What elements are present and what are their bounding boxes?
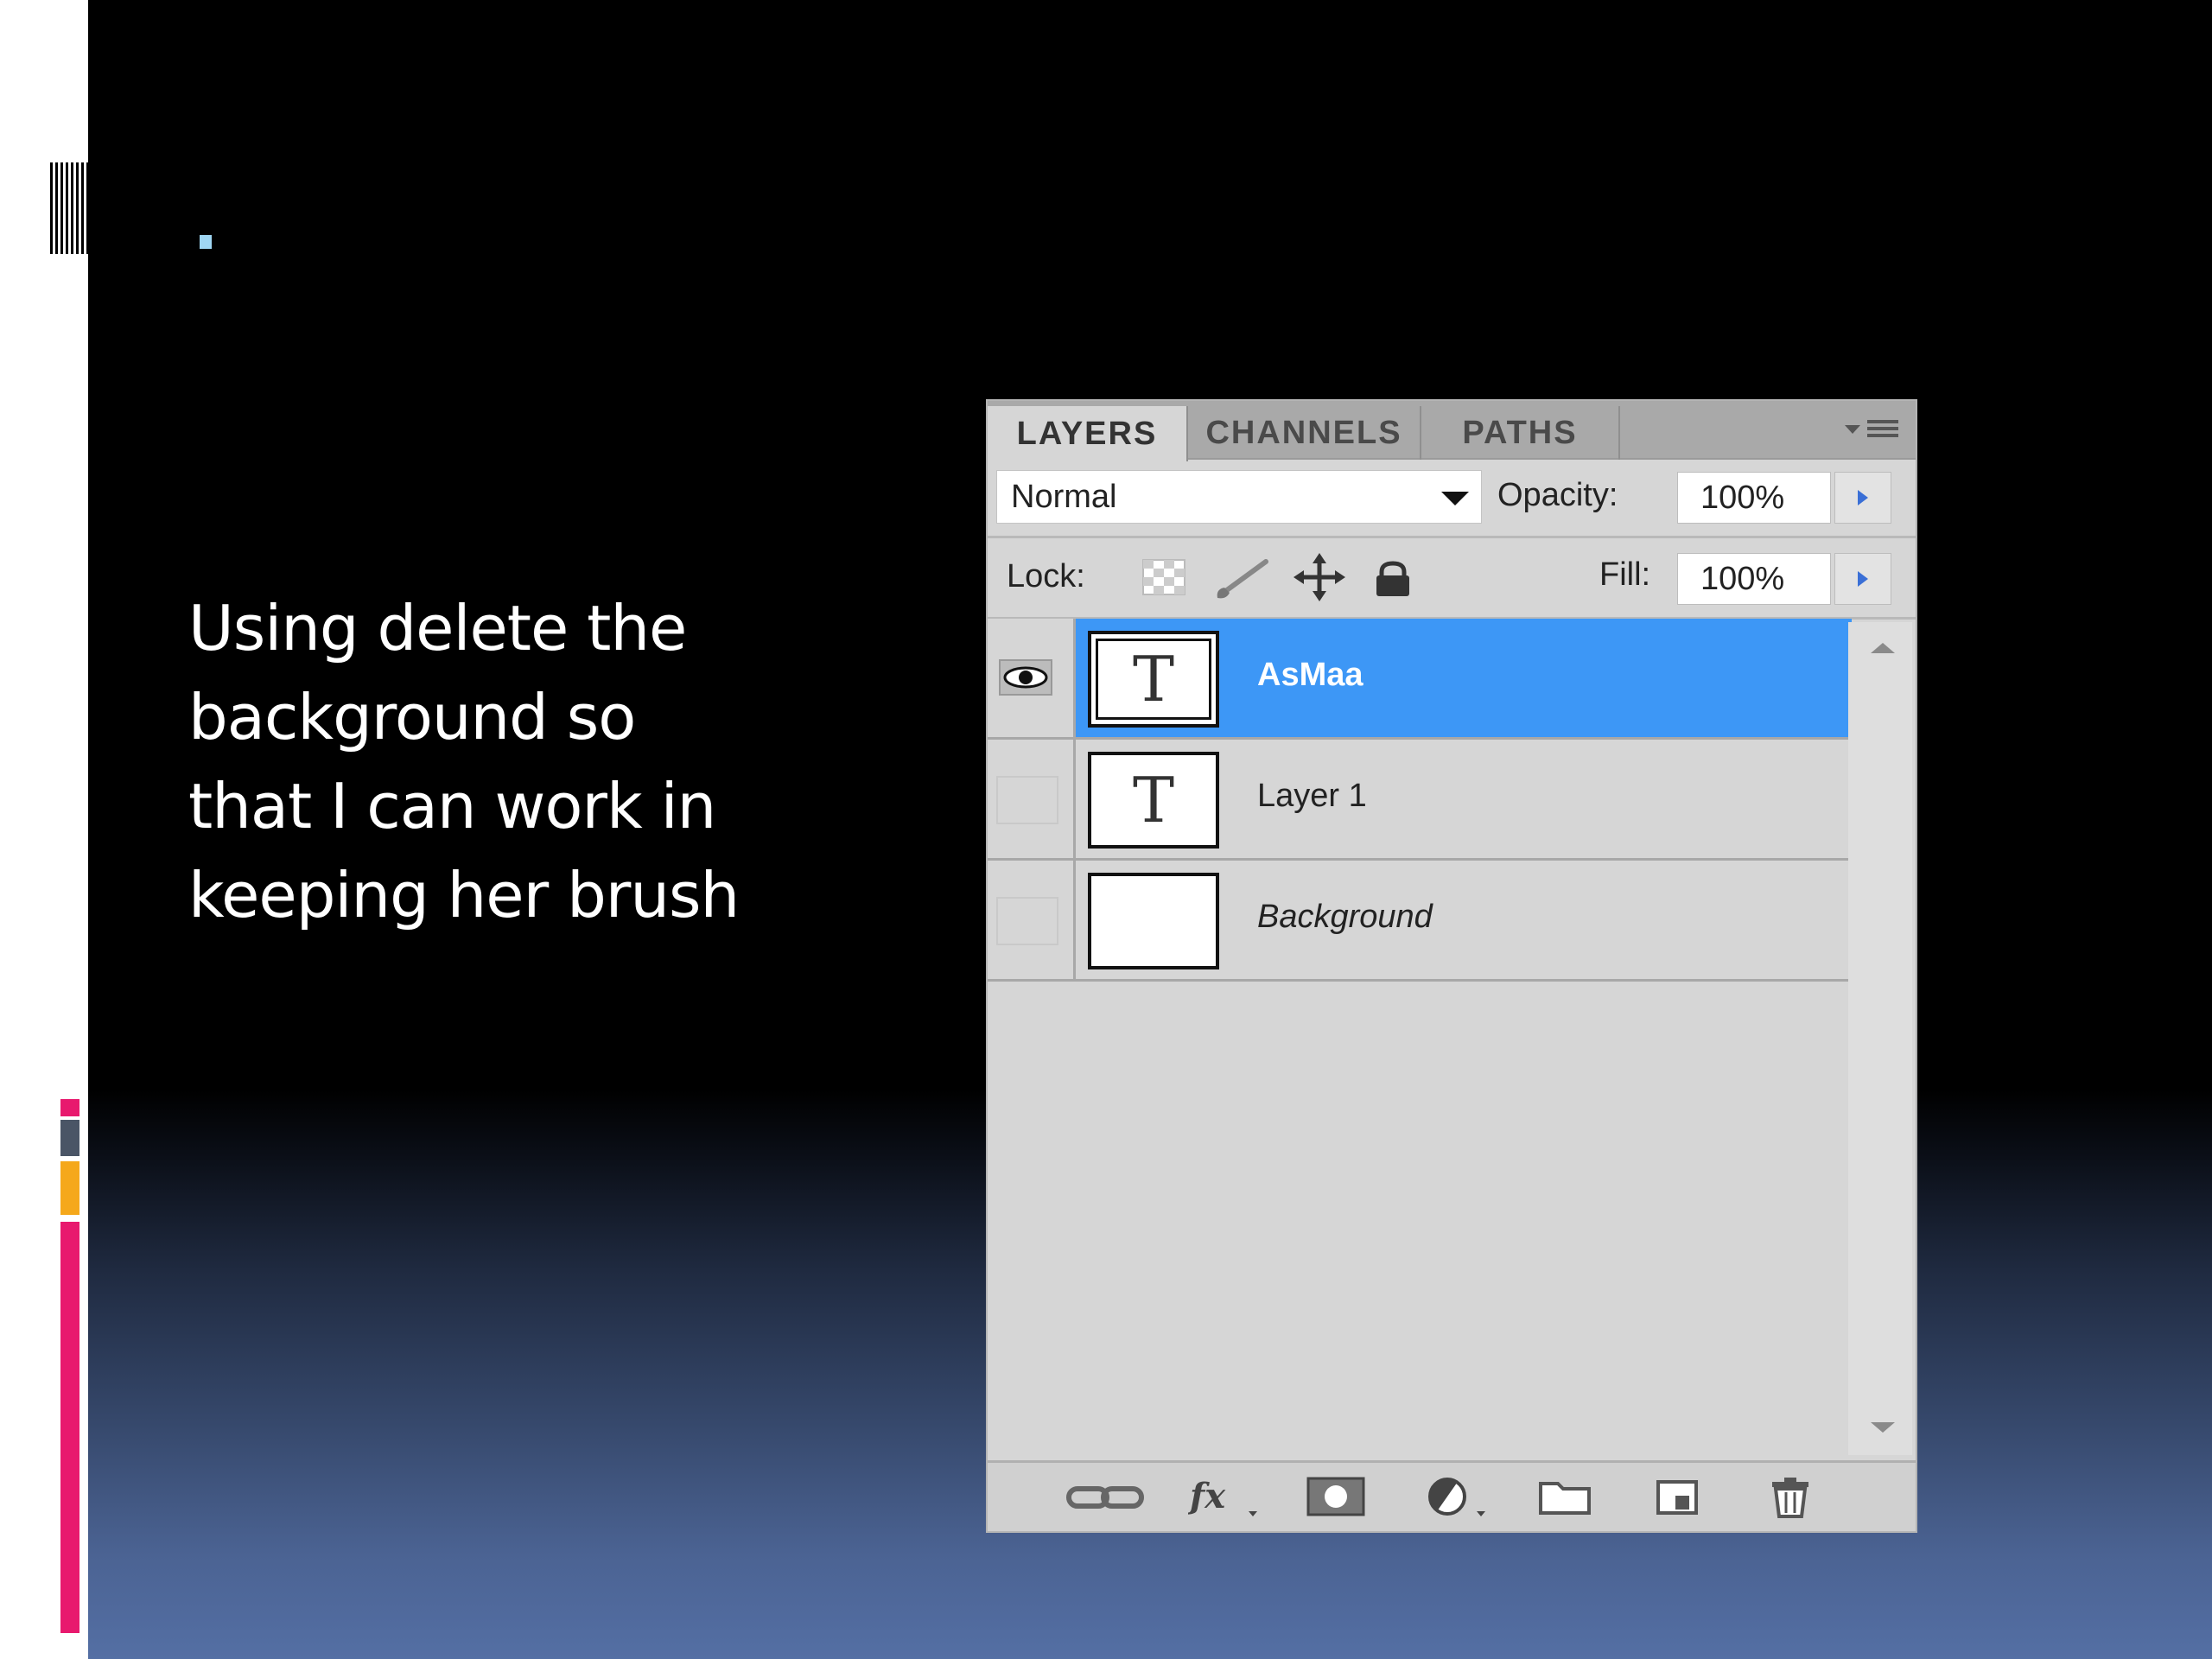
chevron-down-icon xyxy=(1441,492,1469,505)
fill-slider-button[interactable] xyxy=(1834,553,1891,605)
new-layer-icon[interactable] xyxy=(1653,1475,1703,1518)
opacity-slider-button[interactable] xyxy=(1834,472,1891,524)
bullet-dot xyxy=(200,235,212,249)
lock-transparent-pixels-icon[interactable] xyxy=(1141,558,1186,596)
layer-body[interactable]: T AsMaa xyxy=(1076,619,1852,737)
visibility-toggle[interactable] xyxy=(988,861,1076,979)
layer-row[interactable]: T Layer 1 xyxy=(988,740,1852,861)
fill-input[interactable]: 100% xyxy=(1677,553,1831,605)
lock-position-icon[interactable] xyxy=(1294,553,1345,601)
layer-body[interactable]: T Layer 1 xyxy=(1076,740,1852,858)
scroll-down-icon[interactable] xyxy=(1871,1422,1895,1433)
scroll-up-icon[interactable] xyxy=(1871,643,1895,653)
tab-layers[interactable]: LAYERS xyxy=(988,406,1188,461)
opacity-input[interactable]: 100% xyxy=(1677,472,1831,524)
lock-label: Lock: xyxy=(1007,558,1085,594)
accent-bar-gray xyxy=(60,1120,79,1156)
layer-thumbnail: T xyxy=(1088,752,1219,849)
blend-mode-value: Normal xyxy=(1011,479,1117,515)
layers-list: T AsMaa T Layer 1 Background xyxy=(988,619,1896,1388)
visibility-toggle[interactable] xyxy=(988,619,1076,737)
slide-body-text: Using delete the background so that I ca… xyxy=(188,592,740,931)
layer-name: Layer 1 xyxy=(1257,778,1367,814)
lock-image-pixels-icon[interactable] xyxy=(1214,556,1273,600)
eye-icon xyxy=(999,659,1052,696)
folder-icon[interactable] xyxy=(1537,1475,1592,1518)
tab-paths[interactable]: PATHS xyxy=(1421,406,1620,460)
visibility-empty-box xyxy=(996,776,1058,824)
mask-icon[interactable] xyxy=(1306,1475,1366,1518)
layer-thumbnail xyxy=(1088,873,1219,969)
layer-name: Background xyxy=(1257,899,1433,935)
adjustment-layer-icon[interactable] xyxy=(1420,1475,1491,1518)
decorative-stripes xyxy=(50,162,88,254)
svg-text:fx: fx xyxy=(1188,1476,1226,1516)
tab-channels[interactable]: CHANNELS xyxy=(1188,406,1421,460)
visibility-empty-box xyxy=(996,897,1058,945)
layer-name: AsMaa xyxy=(1257,657,1363,693)
panel-menu-icon[interactable] xyxy=(1843,416,1900,442)
fill-label: Fill: xyxy=(1599,556,1651,593)
accent-bar-orange xyxy=(60,1161,79,1215)
lock-all-icon[interactable] xyxy=(1371,560,1414,598)
accent-bar-pink-small xyxy=(60,1099,79,1116)
visibility-toggle[interactable] xyxy=(988,740,1076,858)
panel-bottom-toolbar: fx xyxy=(988,1460,1916,1531)
accent-bar-pink-long xyxy=(60,1222,79,1633)
divider xyxy=(988,536,1916,538)
link-layers-icon[interactable] xyxy=(1064,1475,1147,1518)
fx-icon[interactable]: fx xyxy=(1188,1475,1261,1518)
layer-row[interactable]: Background xyxy=(988,861,1896,982)
trash-icon[interactable] xyxy=(1765,1475,1815,1518)
layer-thumbnail: T xyxy=(1088,631,1219,728)
layers-panel: LAYERS CHANNELS PATHS Normal Opacity: 10… xyxy=(986,399,1917,1533)
opacity-label: Opacity: xyxy=(1497,477,1618,513)
blend-mode-select[interactable]: Normal xyxy=(996,470,1482,524)
panel-tab-bar: LAYERS CHANNELS PATHS xyxy=(988,401,1916,461)
layer-body[interactable]: Background xyxy=(1076,861,1896,979)
layer-row[interactable]: T AsMaa xyxy=(988,619,1852,740)
scrollbar[interactable] xyxy=(1848,622,1912,1455)
